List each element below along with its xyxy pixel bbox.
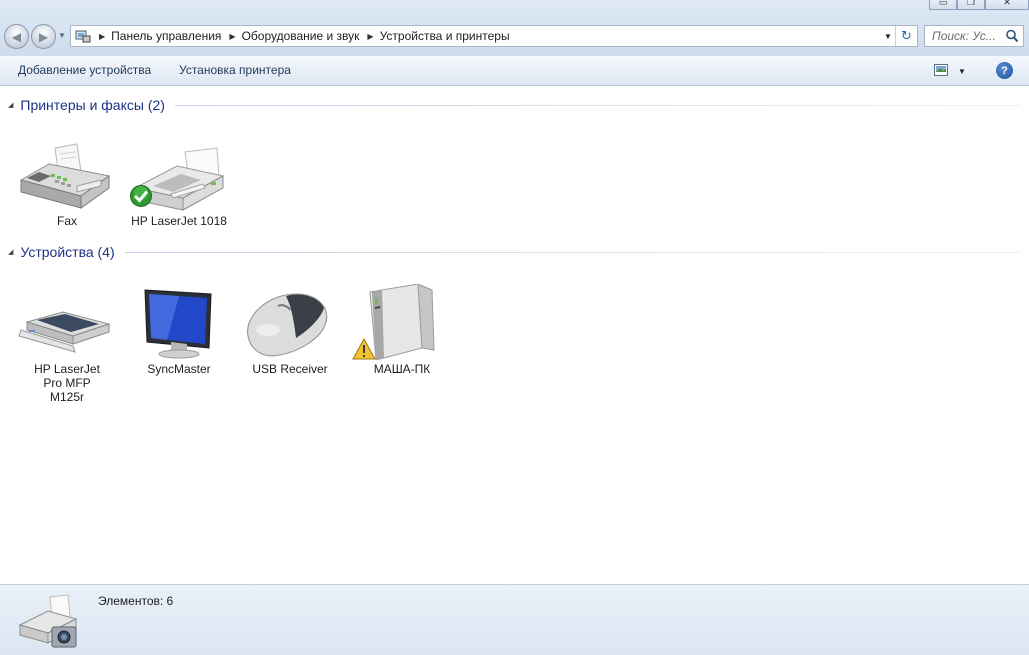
breadcrumb-separator-icon[interactable]: ▶	[367, 32, 373, 41]
device-hp-laserjet-1018[interactable]: HP LaserJet 1018	[127, 136, 231, 228]
group-divider	[124, 251, 1020, 253]
breadcrumb-control-panel[interactable]: ▶ Панель управления	[95, 29, 221, 43]
change-view-button[interactable]: ▼	[934, 64, 966, 79]
title-bar: ▭ ❐ ✕ ◀ ▶ ▼ ▶ Панель управления ▶ Оборуд…	[0, 0, 1029, 56]
breadcrumb-label[interactable]: Оборудование и звук	[242, 29, 360, 43]
add-device-button[interactable]: Добавление устройства	[18, 63, 151, 77]
add-printer-button[interactable]: Установка принтера	[179, 63, 291, 77]
forward-arrow-icon: ▶	[38, 29, 49, 44]
device-fax[interactable]: Fax	[15, 136, 119, 228]
details-pane: Элементов: 6	[0, 584, 1029, 655]
group-printers-header[interactable]: ◢ Принтеры и факсы (2)	[8, 95, 1020, 115]
warning-icon	[352, 338, 376, 360]
device-masha-pc[interactable]: МАША-ПК	[350, 284, 454, 376]
breadcrumb-separator-icon[interactable]: ▶	[99, 32, 105, 41]
mouse-icon	[247, 293, 328, 357]
collapse-icon[interactable]: ◢	[8, 248, 13, 256]
item-count: Элементов: 6	[98, 594, 174, 608]
forward-button[interactable]: ▶	[31, 24, 56, 49]
device-name: SyncMaster	[147, 362, 211, 376]
help-icon[interactable]: ?	[996, 62, 1013, 79]
breadcrumb-devices-printers[interactable]: ▶ Устройства и принтеры	[363, 29, 509, 43]
scanner-icon	[18, 311, 111, 353]
device-name: Fax	[56, 214, 77, 228]
recent-pages-button[interactable]: ▼	[58, 31, 66, 40]
group-title: Принтеры и факсы (2)	[20, 97, 165, 113]
collapse-icon[interactable]: ◢	[8, 101, 13, 109]
breadcrumb-label[interactable]: Панель управления	[111, 29, 221, 43]
device-syncmaster[interactable]: SyncMaster	[127, 284, 231, 376]
group-title: Устройства (4)	[20, 244, 115, 260]
devices-and-printers-icon	[14, 591, 82, 653]
command-bar: Добавление устройства Установка принтера…	[0, 56, 1029, 86]
device-name: МАША-ПК	[373, 362, 431, 376]
view-dropdown-icon[interactable]: ▼	[958, 67, 966, 76]
refresh-icon[interactable]: ↻	[895, 26, 917, 46]
search-icon[interactable]	[1005, 29, 1019, 43]
control-panel-icon	[75, 29, 91, 43]
device-name: USB Receiver	[252, 362, 328, 376]
device-list: ◢ Принтеры и факсы (2) Fax HP LaserJet 1…	[0, 86, 1029, 584]
close-button[interactable]: ✕	[985, 0, 1029, 10]
address-bar[interactable]: ▶ Панель управления ▶ Оборудование и зву…	[70, 25, 918, 47]
search-input[interactable]	[932, 27, 1004, 45]
search-box[interactable]	[924, 25, 1024, 47]
default-check-icon	[130, 185, 152, 207]
view-icon	[934, 64, 948, 79]
device-usb-receiver[interactable]: USB Receiver	[238, 284, 342, 376]
back-button[interactable]: ◀	[4, 24, 29, 49]
device-name: HP LaserJet Pro MFP M125r	[34, 362, 100, 404]
address-dropdown-icon[interactable]: ▼	[881, 26, 895, 46]
breadcrumb-separator-icon[interactable]: ▶	[229, 32, 235, 41]
breadcrumb-hardware-sound[interactable]: ▶ Оборудование и звук	[225, 29, 359, 43]
monitor-icon	[144, 289, 212, 359]
group-divider	[174, 104, 1020, 106]
device-hp-laserjet-pro-mfp[interactable]: HP LaserJet Pro MFP M125r	[15, 284, 119, 404]
device-name: HP LaserJet 1018	[131, 214, 227, 228]
back-arrow-icon: ◀	[11, 29, 22, 44]
minimize-button[interactable]: ▭	[929, 0, 957, 10]
breadcrumb-label[interactable]: Устройства и принтеры	[380, 29, 510, 43]
fax-icon	[19, 143, 111, 209]
window-controls: ▭ ❐ ✕	[929, 0, 1029, 10]
maximize-button[interactable]: ❐	[957, 0, 985, 10]
group-devices-header[interactable]: ◢ Устройства (4)	[8, 242, 1020, 262]
